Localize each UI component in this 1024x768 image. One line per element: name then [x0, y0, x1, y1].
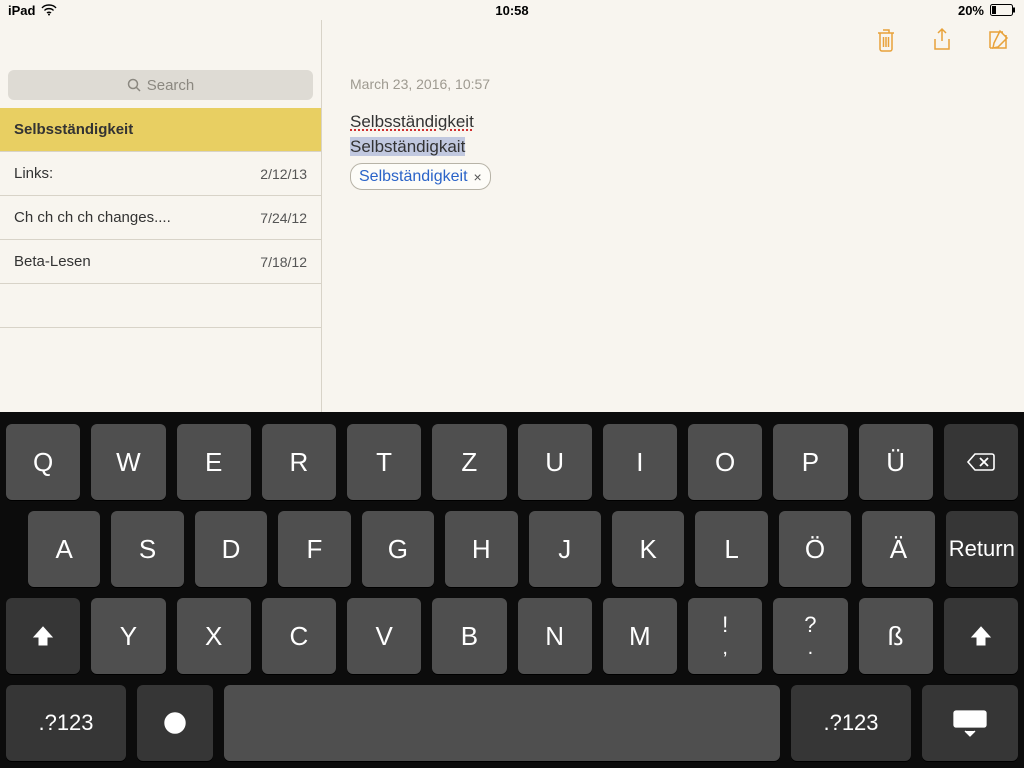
key-question-period[interactable]: ? .	[773, 598, 847, 674]
key-r[interactable]: R	[262, 424, 336, 500]
key-q[interactable]: Q	[6, 424, 80, 500]
note-title: Beta-Lesen	[14, 253, 91, 270]
note-list-item[interactable]: Ch ch ch ch changes.... 7/24/12	[0, 196, 321, 240]
battery-icon	[990, 4, 1016, 16]
key-numsym-right[interactable]: .?123	[791, 685, 911, 761]
key-n[interactable]: N	[518, 598, 592, 674]
key-oe[interactable]: Ö	[779, 511, 851, 587]
battery-percent: 20%	[958, 3, 984, 18]
key-a[interactable]: A	[28, 511, 100, 587]
key-t[interactable]: T	[347, 424, 421, 500]
key-backspace[interactable]	[944, 424, 1018, 500]
note-editor[interactable]: March 23, 2016, 10:57 Selbsständigkeit S…	[322, 60, 1024, 412]
key-g[interactable]: G	[362, 511, 434, 587]
note-list-item[interactable]: Selbsständigkeit	[0, 108, 321, 152]
suggestion-text: Selbständigkeit	[359, 165, 468, 188]
search-placeholder: Search	[147, 77, 195, 94]
compose-button[interactable]	[984, 26, 1012, 54]
key-j[interactable]: J	[529, 511, 601, 587]
key-u[interactable]: U	[518, 424, 592, 500]
key-o[interactable]: O	[688, 424, 762, 500]
clock: 10:58	[495, 3, 528, 18]
shift-icon	[31, 624, 55, 648]
key-v[interactable]: V	[347, 598, 421, 674]
note-list-item[interactable]: Beta-Lesen 7/18/12	[0, 240, 321, 284]
key-i[interactable]: I	[603, 424, 677, 500]
key-globe[interactable]	[137, 685, 213, 761]
search-icon	[127, 78, 141, 92]
key-m[interactable]: M	[603, 598, 677, 674]
key-b[interactable]: B	[432, 598, 506, 674]
key-top: !	[722, 615, 728, 635]
shift-icon	[969, 624, 993, 648]
key-s[interactable]: S	[111, 511, 183, 587]
key-ue[interactable]: Ü	[859, 424, 933, 500]
key-k[interactable]: K	[612, 511, 684, 587]
note-date: 7/18/12	[260, 254, 307, 270]
globe-icon	[162, 710, 188, 736]
key-shift-right[interactable]	[944, 598, 1018, 674]
key-top: ?	[804, 615, 816, 635]
notes-sidebar: Search Selbsständigkeit Links: 2/12/13 C…	[0, 20, 322, 412]
key-eszett[interactable]: ß	[859, 598, 933, 674]
note-title: Ch ch ch ch changes....	[14, 209, 171, 226]
trash-button[interactable]	[872, 26, 900, 54]
note-title: Selbsständigkeit	[14, 121, 133, 138]
key-w[interactable]: W	[91, 424, 165, 500]
key-y[interactable]: Y	[91, 598, 165, 674]
key-space[interactable]	[224, 685, 780, 761]
key-bot: .	[808, 639, 814, 657]
key-l[interactable]: L	[695, 511, 767, 587]
key-p[interactable]: P	[773, 424, 847, 500]
backspace-icon	[966, 452, 996, 472]
key-numsym-left[interactable]: .?123	[6, 685, 126, 761]
key-dismiss-keyboard[interactable]	[922, 685, 1018, 761]
key-return[interactable]: Return	[946, 511, 1018, 587]
note-text-line1[interactable]: Selbsständigkeit	[350, 112, 474, 131]
key-shift-left[interactable]	[6, 598, 80, 674]
status-bar: iPad 10:58 20%	[0, 0, 1024, 20]
wifi-icon	[41, 4, 57, 16]
key-ae[interactable]: Ä	[862, 511, 934, 587]
key-e[interactable]: E	[177, 424, 251, 500]
dismiss-keyboard-icon	[952, 709, 988, 737]
key-x[interactable]: X	[177, 598, 251, 674]
key-d[interactable]: D	[195, 511, 267, 587]
note-list-item[interactable]: Links: 2/12/13	[0, 152, 321, 196]
share-button[interactable]	[928, 26, 956, 54]
key-h[interactable]: H	[445, 511, 517, 587]
key-z[interactable]: Z	[432, 424, 506, 500]
autocorrect-suggestion[interactable]: Selbständigkeit ×	[350, 163, 491, 190]
note-toolbar	[322, 20, 1024, 60]
note-timestamp: March 23, 2016, 10:57	[350, 76, 996, 92]
note-date: 7/24/12	[260, 210, 307, 226]
note-list-empty-row	[0, 284, 321, 328]
note-text-line2-selected[interactable]: Selbständigkait	[350, 137, 465, 156]
key-f[interactable]: F	[278, 511, 350, 587]
key-bot: ,	[722, 639, 728, 657]
key-exclaim-comma[interactable]: ! ,	[688, 598, 762, 674]
key-c[interactable]: C	[262, 598, 336, 674]
note-date: 2/12/13	[260, 166, 307, 182]
suggestion-dismiss-icon[interactable]: ×	[472, 167, 484, 187]
device-label: iPad	[8, 3, 35, 18]
note-title: Links:	[14, 165, 53, 182]
search-field[interactable]: Search	[8, 70, 313, 100]
onscreen-keyboard: Q W E R T Z U I O P Ü A S D F G H J K L …	[0, 412, 1024, 768]
